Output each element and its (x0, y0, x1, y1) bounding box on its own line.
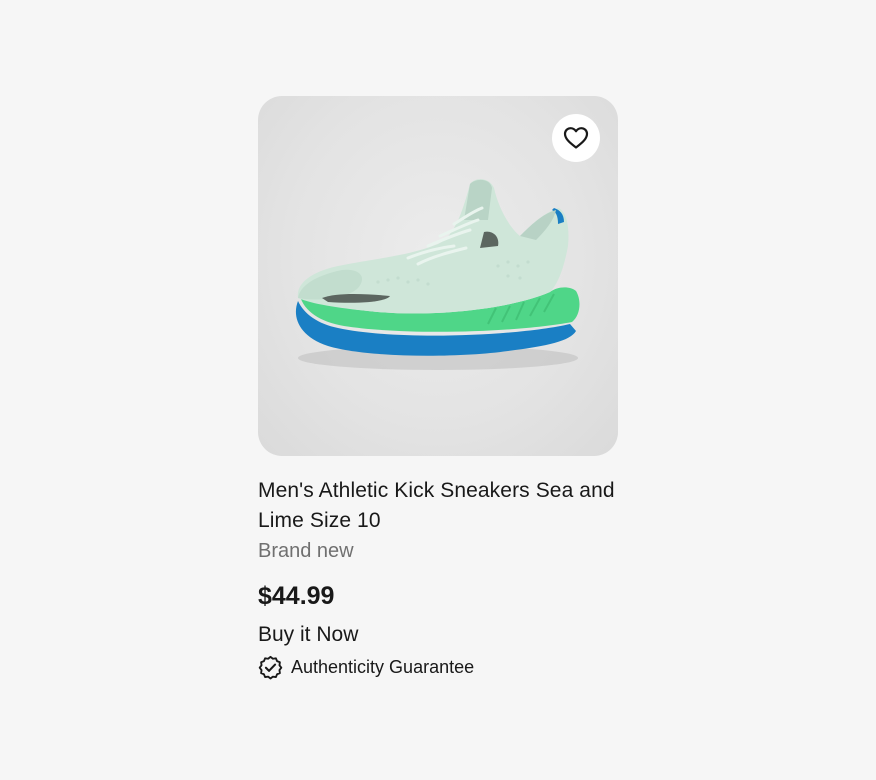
guarantee-label: Authenticity Guarantee (291, 657, 475, 677)
listing-title[interactable]: Men's Athletic Kick Sneakers Sea and Lim… (258, 476, 618, 536)
listing-price: $44.99 (258, 582, 335, 610)
wishlist-button[interactable] (552, 114, 600, 162)
product-image-container[interactable] (258, 96, 618, 456)
authenticity-guarantee: Authenticity Guarantee (258, 654, 618, 680)
buying-format: Buy it Now (258, 623, 359, 646)
listing-condition: Brand new (258, 540, 354, 562)
verified-badge-icon (258, 655, 283, 680)
heart-outline-icon (563, 127, 589, 149)
product-card[interactable]: Men's Athletic Kick Sneakers Sea and Lim… (258, 96, 618, 680)
